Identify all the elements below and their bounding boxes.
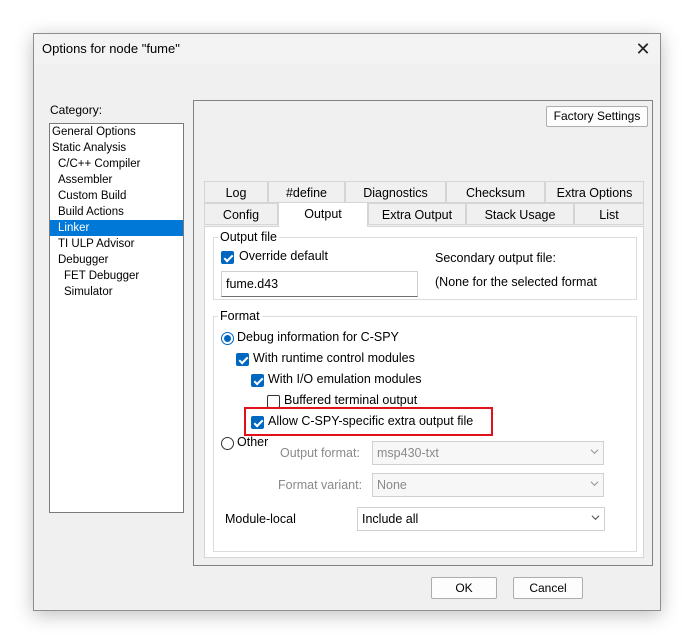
category-item-simulator[interactable]: Simulator: [50, 284, 183, 300]
category-label: Category:: [50, 103, 103, 117]
allow-extra-output-checkbox[interactable]: [251, 416, 264, 429]
tab-config[interactable]: Config: [204, 203, 278, 225]
debug-info-radio[interactable]: [221, 332, 234, 345]
factory-settings-button[interactable]: Factory Settings: [546, 106, 648, 127]
category-item-custom-build[interactable]: Custom Build: [50, 188, 183, 204]
options-dialog: Options for node "fume" ✕ Category: Gene…: [33, 33, 661, 611]
category-item-build-actions[interactable]: Build Actions: [50, 204, 183, 220]
tab-output[interactable]: Output: [278, 202, 368, 227]
format-variant-label: Format variant:: [278, 478, 363, 492]
override-default-checkbox[interactable]: [221, 251, 234, 264]
tab-extra-options[interactable]: Extra Options: [545, 181, 644, 203]
category-item-ti-ulp-advisor[interactable]: TI ULP Advisor: [50, 236, 183, 252]
other-format-radio[interactable]: [221, 437, 234, 450]
io-emulation-checkbox[interactable]: [251, 374, 264, 387]
output-file-legend: Output file: [220, 230, 277, 244]
output-format-label: Output format:: [280, 446, 360, 460]
secondary-output-label: Secondary output file:: [435, 251, 556, 265]
io-emulation-label: With I/O emulation modules: [268, 372, 422, 386]
debug-info-label: Debug information for C-SPY: [237, 330, 399, 344]
chevron-down-icon: [590, 449, 599, 455]
secondary-output-value: (None for the selected format: [435, 275, 597, 289]
chevron-down-icon: [591, 515, 600, 521]
module-local-label: Module-local: [225, 512, 296, 526]
category-item-general-options[interactable]: General Options: [50, 124, 183, 140]
close-icon[interactable]: ✕: [632, 38, 654, 60]
module-local-value: Include all: [362, 512, 419, 526]
other-format-label: Other: [237, 435, 269, 449]
runtime-control-checkbox[interactable]: [236, 353, 249, 366]
category-item-fet-debugger[interactable]: FET Debugger: [50, 268, 183, 284]
output-format-select[interactable]: msp430-txt: [372, 441, 604, 465]
tab-define[interactable]: #define: [268, 181, 345, 203]
options-panel: Factory Settings Log #define Diagnostics…: [193, 100, 653, 566]
category-item-compiler[interactable]: C/C++ Compiler: [50, 156, 183, 172]
runtime-control-label: With runtime control modules: [253, 351, 415, 365]
ok-button[interactable]: OK: [431, 577, 497, 599]
module-local-select[interactable]: Include all: [357, 507, 605, 531]
category-item-linker[interactable]: Linker: [50, 220, 183, 236]
output-tab-content: Output file Override default fume.d43 Se…: [204, 226, 644, 558]
tab-log[interactable]: Log: [204, 181, 268, 203]
window-title: Options for node "fume": [42, 41, 180, 56]
category-item-assembler[interactable]: Assembler: [50, 172, 183, 188]
category-item-debugger[interactable]: Debugger: [50, 252, 183, 268]
output-filename-field[interactable]: fume.d43: [221, 271, 418, 297]
format-legend: Format: [220, 309, 260, 323]
title-bar: Options for node "fume" ✕: [34, 34, 660, 64]
tab-stack-usage[interactable]: Stack Usage: [466, 203, 574, 225]
category-item-static-analysis[interactable]: Static Analysis: [50, 140, 183, 156]
tab-checksum[interactable]: Checksum: [446, 181, 545, 203]
override-default-label: Override default: [239, 249, 328, 263]
tab-diagnostics[interactable]: Diagnostics: [345, 181, 446, 203]
format-variant-value: None: [377, 478, 407, 492]
tab-extra-output[interactable]: Extra Output: [368, 203, 466, 225]
allow-extra-output-label: Allow C-SPY-specific extra output file: [268, 414, 474, 428]
output-format-value: msp430-txt: [377, 446, 439, 460]
category-list[interactable]: General Options Static Analysis C/C++ Co…: [49, 123, 184, 513]
buffered-terminal-label: Buffered terminal output: [284, 393, 418, 407]
tab-list[interactable]: List: [574, 203, 644, 225]
chevron-down-icon: [590, 481, 599, 487]
format-variant-select[interactable]: None: [372, 473, 604, 497]
cancel-button[interactable]: Cancel: [513, 577, 583, 599]
